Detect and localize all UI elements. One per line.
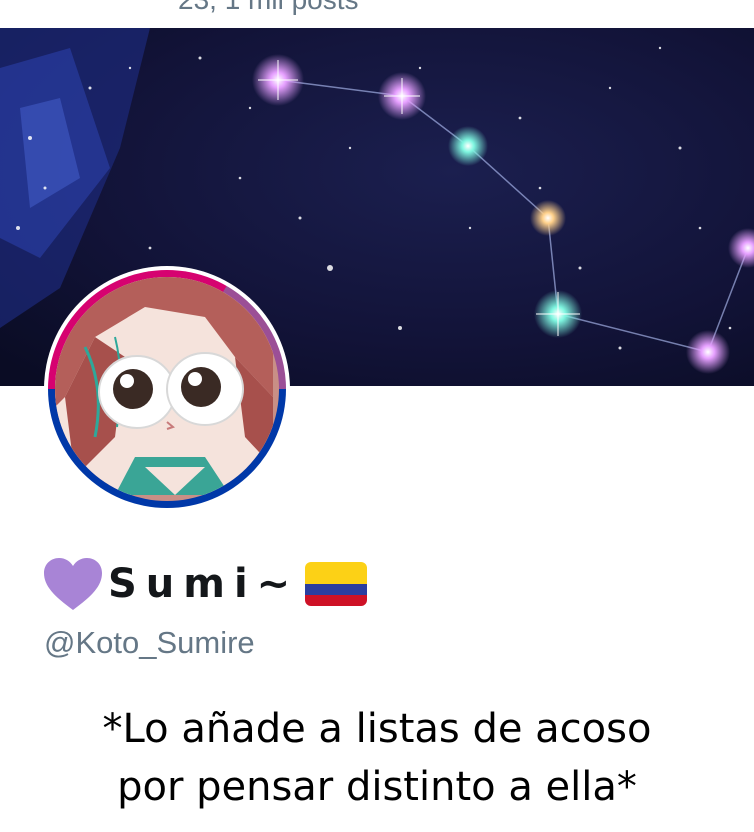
username-handle[interactable]: @Koto_Sumire — [44, 625, 255, 661]
colombia-flag-icon — [305, 562, 368, 606]
post-count: 23, 1 mil posts — [178, 0, 359, 16]
caption-line-2: por pensar distinto a ella* — [117, 764, 637, 810]
display-name-row: Sumi~ — [42, 554, 368, 614]
caption-line-1: *Lo añade a listas de acoso — [102, 706, 652, 752]
profile-avatar[interactable] — [44, 266, 290, 512]
avatar-image — [55, 277, 279, 501]
display-name: Sumi~ — [108, 561, 300, 607]
purple-heart-icon — [44, 558, 102, 610]
avatar-flag-border — [48, 270, 286, 508]
header-strip: 23, 1 mil posts — [0, 0, 754, 28]
caption-text: *Lo añade a listas de acoso por pensar d… — [0, 700, 754, 816]
